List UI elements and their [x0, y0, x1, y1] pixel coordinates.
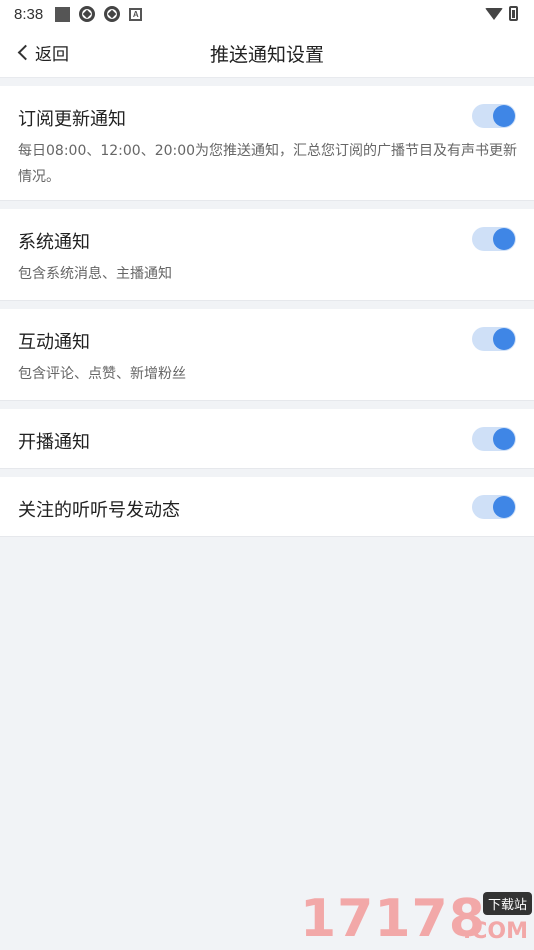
battery-charging-icon	[509, 6, 518, 21]
toggle-knob	[493, 105, 515, 127]
setting-interaction-notification: 互动通知 包含评论、点赞、新增粉丝	[0, 309, 534, 401]
watermark-tag: 下载站	[482, 892, 532, 915]
setting-system-notification: 系统通知 包含系统消息、主播通知	[0, 209, 534, 301]
setting-title: 关注的听听号发动态	[18, 500, 180, 521]
sync-icon	[104, 6, 121, 22]
sync-icon	[79, 6, 96, 22]
toggle-knob	[493, 328, 515, 350]
followed-updates-toggle[interactable]	[472, 495, 516, 519]
toggle-knob	[493, 428, 515, 450]
live-notification-toggle[interactable]	[472, 427, 516, 451]
setting-title: 系统通知	[18, 232, 90, 253]
system-notification-toggle[interactable]	[472, 227, 516, 251]
setting-followed-updates: 关注的听听号发动态	[0, 477, 534, 537]
wifi-icon	[485, 7, 503, 20]
setting-subscription-update: 订阅更新通知 每日08:00、12:00、20:00为您推送通知，汇总您订阅的广…	[0, 86, 534, 201]
watermark-domain: .COM	[462, 919, 528, 944]
watermark-logo: 17178 下载站 .COM	[300, 890, 532, 948]
square-notification-icon	[55, 6, 71, 22]
setting-live-notification: 开播通知	[0, 409, 534, 469]
setting-description: 包含系统消息、主播通知	[18, 266, 172, 282]
setting-title: 互动通知	[18, 332, 90, 353]
status-time: 8:38	[14, 5, 44, 23]
toggle-knob	[493, 228, 515, 250]
watermark-number: 17178	[300, 889, 486, 949]
setting-title: 订阅更新通知	[18, 109, 126, 130]
interaction-notification-toggle[interactable]	[472, 327, 516, 351]
toggle-knob	[493, 496, 515, 518]
setting-title: 开播通知	[18, 432, 90, 453]
font-a-icon: A	[129, 7, 143, 21]
setting-description: 每日08:00、12:00、20:00为您推送通知，汇总您订阅的广播节目及有声书…	[18, 143, 518, 185]
nav-bar: 返回 推送通知设置	[0, 28, 534, 78]
settings-list: 订阅更新通知 每日08:00、12:00、20:00为您推送通知，汇总您订阅的广…	[0, 86, 534, 545]
status-bar: 8:38 A	[0, 0, 534, 28]
status-right	[485, 6, 518, 21]
setting-description: 包含评论、点赞、新增粉丝	[18, 366, 186, 382]
subscription-update-toggle[interactable]	[472, 104, 516, 128]
page-title: 推送通知设置	[209, 44, 324, 66]
